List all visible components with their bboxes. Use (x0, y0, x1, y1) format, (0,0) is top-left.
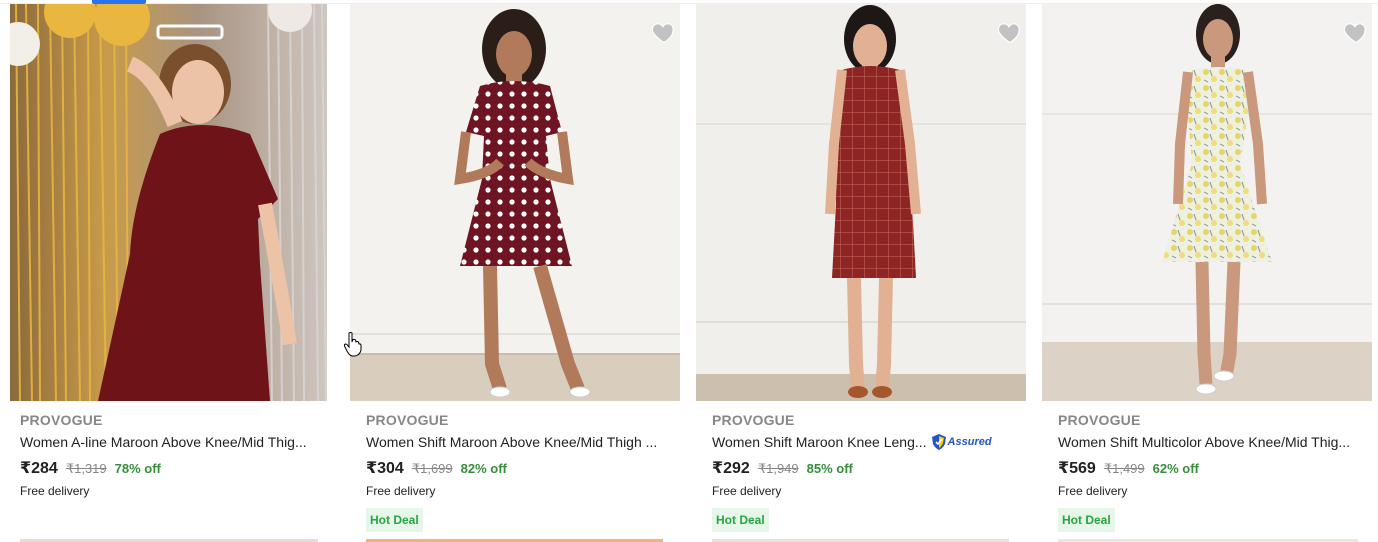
product-price: ₹284 (20, 460, 58, 477)
product-title[interactable]: Women Shift Multicolor Above Knee/Mid Th… (1058, 434, 1350, 450)
wishlist-heart-icon[interactable] (996, 18, 1024, 46)
product-title[interactable]: Women A-line Maroon Above Knee/Mid Thig.… (20, 434, 307, 450)
wishlist-heart-icon[interactable] (1342, 18, 1370, 46)
product-brand: PROVOGUE (20, 412, 103, 428)
product-brand: PROVOGUE (366, 412, 449, 428)
product-image[interactable] (1042, 4, 1372, 401)
product-brand: PROVOGUE (712, 412, 795, 428)
product-mrp: ₹1,499 (1103, 461, 1145, 476)
product-title[interactable]: Women Shift Maroon Above Knee/Mid Thigh … (366, 434, 657, 450)
assured-badge: Assured (931, 433, 992, 451)
product-discount: 82% off (460, 461, 507, 476)
hot-deal-badge: Hot Deal (366, 508, 423, 532)
product-price: ₹304 (366, 460, 404, 477)
product-image[interactable] (350, 4, 680, 401)
product-image[interactable] (10, 4, 327, 401)
product-mrp: ₹1,699 (411, 461, 453, 476)
delivery-info: Free delivery (366, 484, 436, 498)
product-discount: 78% off (114, 461, 161, 476)
product-brand: PROVOGUE (1058, 412, 1141, 428)
hot-deal-badge: Hot Deal (712, 508, 769, 532)
delivery-info: Free delivery (20, 484, 90, 498)
product-discount: 62% off (1152, 461, 1199, 476)
delivery-info: Free delivery (1058, 484, 1128, 498)
product-price: ₹569 (1058, 460, 1096, 477)
delivery-info: Free delivery (712, 484, 782, 498)
product-image[interactable] (696, 4, 1026, 401)
product-card[interactable]: PROVOGUE Women Shift Maroon Knee Leng...… (692, 0, 1038, 542)
product-price: ₹292 (712, 460, 750, 477)
product-mrp: ₹1,949 (757, 461, 799, 476)
product-card[interactable]: PROVOGUE Women Shift Multicolor Above Kn… (1038, 0, 1378, 542)
assured-label: Assured (947, 436, 992, 448)
hot-deal-badge: Hot Deal (1058, 508, 1115, 532)
wishlist-heart-icon[interactable] (650, 18, 678, 46)
product-title[interactable]: Women Shift Maroon Knee Leng... (712, 434, 927, 450)
assured-shield-icon (931, 434, 946, 450)
product-discount: 85% off (806, 461, 853, 476)
product-mrp: ₹1,319 (65, 461, 107, 476)
product-card[interactable]: PROVOGUE Women A-line Maroon Above Knee/… (0, 0, 346, 542)
product-card[interactable]: PROVOGUE Women Shift Maroon Above Knee/M… (346, 0, 692, 542)
hand-pointer-cursor-icon (343, 332, 362, 357)
